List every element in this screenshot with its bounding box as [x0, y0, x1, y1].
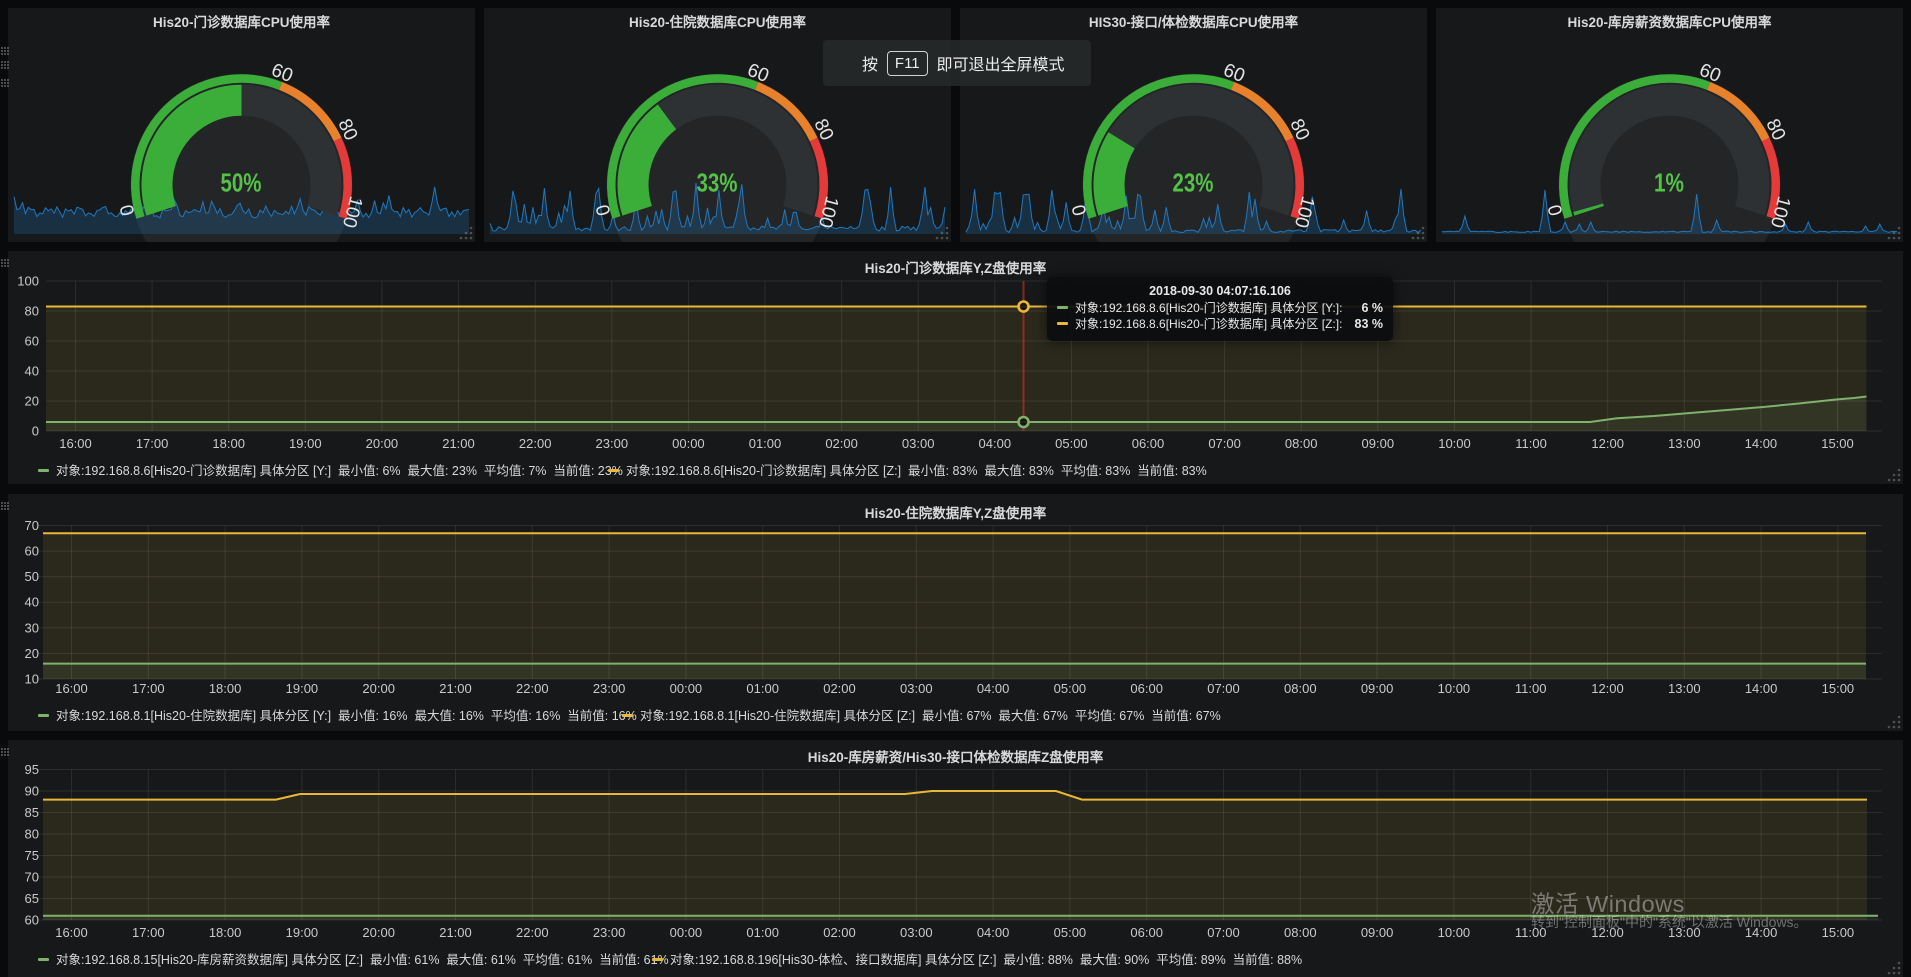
svg-text:70: 70 [25, 870, 39, 885]
svg-text:17:00: 17:00 [136, 436, 169, 451]
svg-text:23:00: 23:00 [596, 436, 629, 451]
svg-text:00:00: 00:00 [672, 436, 705, 451]
svg-text:10: 10 [25, 672, 39, 687]
svg-text:18:00: 18:00 [212, 436, 245, 451]
svg-text:04:00: 04:00 [979, 436, 1012, 451]
svg-text:11:00: 11:00 [1515, 436, 1547, 451]
svg-text:09:00: 09:00 [1362, 436, 1395, 451]
svg-text:06:00: 06:00 [1130, 925, 1163, 940]
svg-text:04:00: 04:00 [977, 681, 1010, 696]
svg-text:15:00: 15:00 [1821, 436, 1854, 451]
svg-text:12:00: 12:00 [1591, 681, 1624, 696]
svg-text:17:00: 17:00 [132, 681, 165, 696]
svg-text:17:00: 17:00 [132, 925, 165, 940]
svg-text:18:00: 18:00 [209, 681, 242, 696]
svg-text:09:00: 09:00 [1361, 681, 1394, 696]
svg-text:23%: 23% [1173, 170, 1214, 198]
svg-text:75: 75 [25, 848, 39, 863]
svg-text:01:00: 01:00 [749, 436, 782, 451]
svg-text:03:00: 03:00 [902, 436, 935, 451]
svg-text:33%: 33% [697, 170, 738, 198]
svg-text:07:00: 07:00 [1208, 436, 1241, 451]
svg-text:15:00: 15:00 [1822, 681, 1855, 696]
svg-text:07:00: 07:00 [1207, 925, 1240, 940]
svg-text:40: 40 [25, 595, 39, 610]
svg-text:08:00: 08:00 [1284, 681, 1317, 696]
svg-text:06:00: 06:00 [1130, 681, 1163, 696]
svg-text:20: 20 [25, 394, 39, 409]
svg-text:18:00: 18:00 [209, 925, 242, 940]
svg-text:12:00: 12:00 [1591, 436, 1624, 451]
svg-text:19:00: 19:00 [286, 681, 319, 696]
svg-text:22:00: 22:00 [519, 436, 552, 451]
svg-text:65: 65 [25, 891, 39, 906]
svg-text:00:00: 00:00 [670, 925, 703, 940]
svg-text:02:00: 02:00 [823, 681, 856, 696]
svg-text:21:00: 21:00 [442, 436, 475, 451]
svg-text:10:00: 10:00 [1438, 681, 1471, 696]
svg-text:23:00: 23:00 [593, 681, 626, 696]
svg-text:10:00: 10:00 [1438, 925, 1471, 940]
svg-text:20:00: 20:00 [366, 436, 399, 451]
svg-text:04:00: 04:00 [977, 925, 1010, 940]
svg-text:01:00: 01:00 [746, 925, 779, 940]
svg-text:13:00: 13:00 [1668, 436, 1701, 451]
svg-text:16:00: 16:00 [59, 436, 92, 451]
svg-text:16:00: 16:00 [55, 925, 88, 940]
svg-text:14:00: 14:00 [1745, 681, 1778, 696]
svg-text:07:00: 07:00 [1207, 681, 1240, 696]
svg-text:20:00: 20:00 [362, 925, 395, 940]
svg-text:08:00: 08:00 [1284, 925, 1317, 940]
svg-text:05:00: 05:00 [1055, 436, 1088, 451]
svg-text:20:00: 20:00 [362, 681, 395, 696]
svg-text:13:00: 13:00 [1668, 681, 1701, 696]
svg-text:11:00: 11:00 [1515, 681, 1547, 696]
svg-text:00:00: 00:00 [670, 681, 703, 696]
svg-text:30: 30 [25, 620, 39, 635]
svg-text:10:00: 10:00 [1438, 436, 1471, 451]
svg-text:14:00: 14:00 [1745, 436, 1778, 451]
svg-text:02:00: 02:00 [823, 925, 856, 940]
svg-text:0: 0 [32, 424, 39, 439]
svg-text:23:00: 23:00 [593, 925, 626, 940]
svg-text:60: 60 [25, 334, 39, 349]
svg-text:80: 80 [25, 304, 39, 319]
svg-text:02:00: 02:00 [825, 436, 858, 451]
svg-text:03:00: 03:00 [900, 681, 933, 696]
svg-text:90: 90 [25, 784, 39, 799]
svg-text:50: 50 [25, 569, 39, 584]
svg-text:22:00: 22:00 [516, 681, 549, 696]
svg-text:08:00: 08:00 [1285, 436, 1318, 451]
svg-text:19:00: 19:00 [286, 925, 319, 940]
svg-text:22:00: 22:00 [516, 925, 549, 940]
svg-text:21:00: 21:00 [439, 681, 472, 696]
svg-text:80: 80 [25, 827, 39, 842]
svg-text:21:00: 21:00 [439, 925, 472, 940]
svg-text:05:00: 05:00 [1054, 925, 1087, 940]
svg-text:20: 20 [25, 646, 39, 661]
svg-text:85: 85 [25, 805, 39, 820]
svg-text:03:00: 03:00 [900, 925, 933, 940]
svg-text:40: 40 [25, 364, 39, 379]
svg-text:06:00: 06:00 [1132, 436, 1165, 451]
svg-text:60: 60 [25, 544, 39, 559]
svg-text:15:00: 15:00 [1822, 925, 1855, 940]
svg-text:50%: 50% [221, 170, 262, 198]
svg-text:1%: 1% [1654, 170, 1684, 198]
svg-text:05:00: 05:00 [1054, 681, 1087, 696]
svg-text:16:00: 16:00 [55, 681, 88, 696]
svg-text:19:00: 19:00 [289, 436, 322, 451]
svg-text:01:00: 01:00 [746, 681, 779, 696]
svg-text:60: 60 [25, 913, 39, 928]
svg-text:09:00: 09:00 [1361, 925, 1394, 940]
